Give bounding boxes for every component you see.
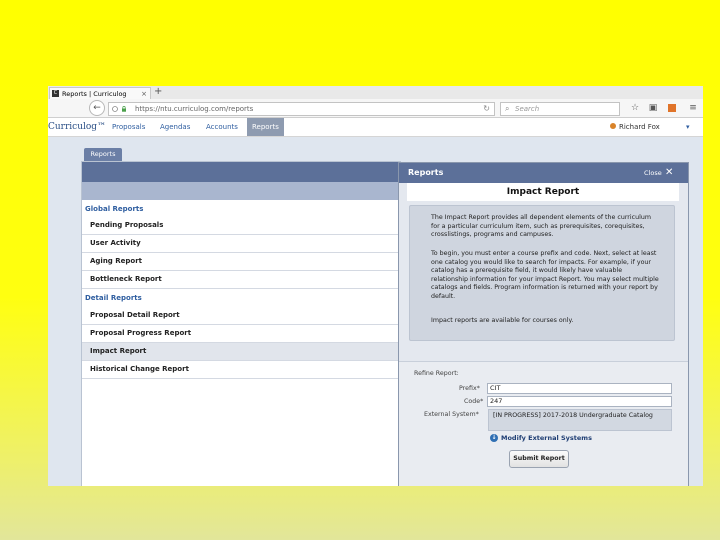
url-text: https://ntu.curriculog.com/reports [135,105,254,113]
close-icon[interactable]: ✕ [665,163,673,183]
report-impact[interactable]: Impact Report [82,343,400,361]
user-avatar-icon [610,123,616,129]
user-name: Richard Fox [619,123,660,131]
report-proposal-detail[interactable]: Proposal Detail Report [82,307,400,325]
refine-report-label: Refine Report: [414,370,459,377]
report-item-label: Historical Change Report [90,365,189,373]
external-system-label: External System* [424,411,479,418]
nav-agendas[interactable]: Agendas [160,118,190,136]
secure-lock-icon [122,106,126,112]
nav-proposals[interactable]: Proposals [112,118,145,136]
refine-report-section: Refine Report: Prefix* CIT Code* 247 Ext… [399,361,688,486]
description-paragraph: The Impact Report provides all dependent… [431,214,651,238]
report-aging[interactable]: Aging Report [82,253,400,271]
reports-section-tab[interactable]: Reports [84,148,122,161]
info-icon: ↓ [490,434,498,442]
bookmark-star-icon[interactable]: ☆ [628,101,642,115]
detail-reports-heading: Detail Reports [85,294,142,302]
favicon-icon: C [52,90,59,97]
user-menu[interactable]: Richard Fox [610,118,660,136]
dialog-title: Reports [408,168,444,177]
dialog-heading-bar: Impact Report [407,183,679,201]
report-description: The Impact Report provides all dependent… [409,205,675,341]
browser-toolbar: ← https://ntu.curriculog.com/reports ↻ ⌕… [48,99,703,118]
lock-icon [112,106,118,112]
modify-external-systems-link[interactable]: ↓ Modify External Systems [490,433,592,443]
search-icon: ⌕ [505,104,510,113]
report-pending-proposals[interactable]: Pending Proposals [82,217,400,235]
report-item-label: User Activity [90,239,141,247]
app-navigation: Curriculog™ Proposals Agendas Accounts R… [48,118,703,137]
description-paragraph: Impact reports are available for courses… [431,317,574,324]
browser-window: C Reports | Curriculog × + ← https://ntu… [48,86,703,486]
addon-icon[interactable] [665,101,679,115]
address-bar[interactable]: https://ntu.curriculog.com/reports ↻ [108,102,495,116]
report-list-subheader [82,182,400,200]
catalog-name: [IN PROGRESS] 2017-2018 Undergraduate Ca… [493,412,653,419]
report-item-label: Pending Proposals [90,221,164,229]
impact-report-dialog: Reports Close ✕ Impact Report The Impact… [398,162,689,486]
report-item-label: Impact Report [90,347,147,355]
catalog-selection[interactable]: [IN PROGRESS] 2017-2018 Undergraduate Ca… [488,409,672,431]
dialog-header: Reports Close ✕ [399,163,688,183]
page-title: Impact Report [506,187,580,197]
search-placeholder: Search [515,105,540,113]
browser-tab-bar: C Reports | Curriculog × + [48,86,703,100]
menu-icon[interactable]: ≡ [686,101,700,115]
prefix-label: Prefix* [459,385,480,392]
report-item-label: Proposal Detail Report [90,311,180,319]
prefix-input[interactable]: CIT [487,383,672,394]
global-reports-heading: Global Reports [85,205,144,213]
code-label: Code* [464,398,484,405]
nav-accounts[interactable]: Accounts [206,118,238,136]
reload-icon[interactable]: ↻ [483,103,490,115]
description-paragraph: To begin, you must enter a course prefix… [431,250,659,300]
back-arrow-icon[interactable]: ← [89,100,105,116]
chevron-down-icon[interactable]: ▾ [686,118,690,136]
curriculog-logo[interactable]: Curriculog™ [48,120,106,134]
close-button[interactable]: Close [644,163,662,183]
code-input[interactable]: 247 [487,396,672,407]
report-list-header [82,162,400,182]
report-item-label: Bottleneck Report [90,275,162,283]
report-bottleneck[interactable]: Bottleneck Report [82,271,400,289]
report-item-label: Aging Report [90,257,143,265]
report-proposal-progress[interactable]: Proposal Progress Report [82,325,400,343]
report-item-label: Proposal Progress Report [90,329,192,337]
new-tab-button[interactable]: + [154,86,162,98]
report-list-panel: Global Reports Pending Proposals User Ac… [81,161,401,486]
submit-report-button[interactable]: Submit Report [509,450,569,468]
report-historical-change[interactable]: Historical Change Report [82,361,400,379]
browser-search-box[interactable]: ⌕ Search [500,102,620,116]
modify-link-label: Modify External Systems [501,434,592,442]
library-icon[interactable]: ▣ [646,101,660,115]
report-user-activity[interactable]: User Activity [82,235,400,253]
nav-reports[interactable]: Reports [247,118,284,136]
